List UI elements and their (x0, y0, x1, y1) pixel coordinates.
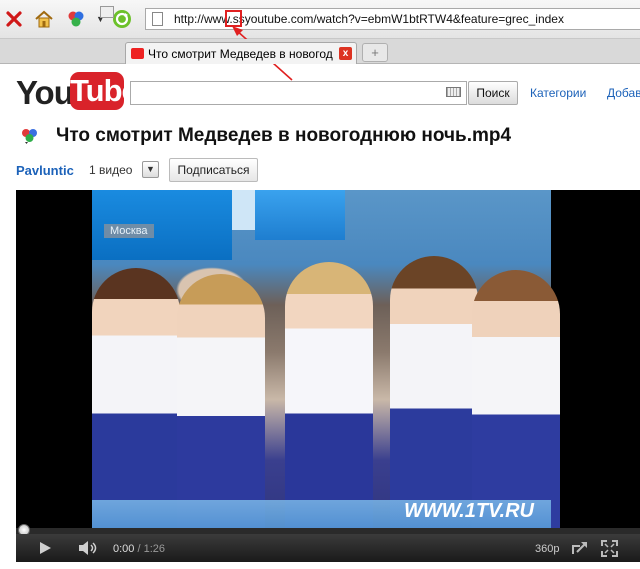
video-person (285, 262, 373, 528)
video-background-screen-right (255, 190, 345, 240)
video-title: Что смотрит Медведев в новогоднюю ночь.m… (56, 125, 512, 146)
logo-tube: Tube (70, 72, 139, 110)
search-button[interactable]: Поиск (468, 81, 518, 105)
time-current: 0:00 (113, 543, 135, 555)
popout-icon[interactable] (571, 540, 589, 556)
addons-icon[interactable] (64, 7, 88, 31)
tab-close-icon[interactable]: x (339, 47, 352, 60)
video-person (390, 256, 478, 528)
video-count: 1 видео (89, 163, 133, 177)
tab-title: Что смотрит Медведев в новогодн... (148, 47, 333, 61)
nav-add[interactable]: Добав (607, 86, 640, 100)
share-dots-icon[interactable] (20, 127, 40, 145)
youtube-favicon-icon (131, 48, 144, 59)
fullscreen-icon[interactable] (601, 540, 618, 557)
channel-watermark: WWW.1TV.RU (404, 500, 534, 522)
time-duration: / 1:26 (134, 543, 165, 555)
tab-active[interactable]: Что смотрит Медведев в новогодн... x (125, 42, 357, 64)
search-input[interactable] (130, 81, 467, 105)
video-person (472, 270, 560, 528)
channel-name[interactable]: Pavluntic (16, 163, 74, 178)
stop-icon[interactable] (2, 7, 26, 31)
keyboard-icon[interactable] (446, 87, 461, 97)
video-person (177, 274, 265, 528)
video-person (92, 268, 180, 528)
tab-list-icon[interactable] (100, 6, 114, 18)
quality-button[interactable]: 360p (535, 543, 559, 555)
time-display: 0:00 / 1:26 (113, 543, 165, 555)
play-icon[interactable] (37, 540, 53, 556)
video-background-panel (232, 190, 255, 230)
video-count-dropdown-icon[interactable]: ▼ (142, 161, 159, 178)
page-icon (152, 12, 163, 26)
volume-icon[interactable] (78, 540, 100, 556)
video-city-overlay: Москва (104, 224, 154, 238)
logo-you: You (16, 74, 74, 111)
nav-categories[interactable]: Категории (530, 86, 586, 100)
new-tab-button[interactable]: + (362, 43, 388, 62)
subscribe-button[interactable]: Подписаться (169, 158, 258, 182)
home-icon[interactable] (32, 7, 56, 31)
